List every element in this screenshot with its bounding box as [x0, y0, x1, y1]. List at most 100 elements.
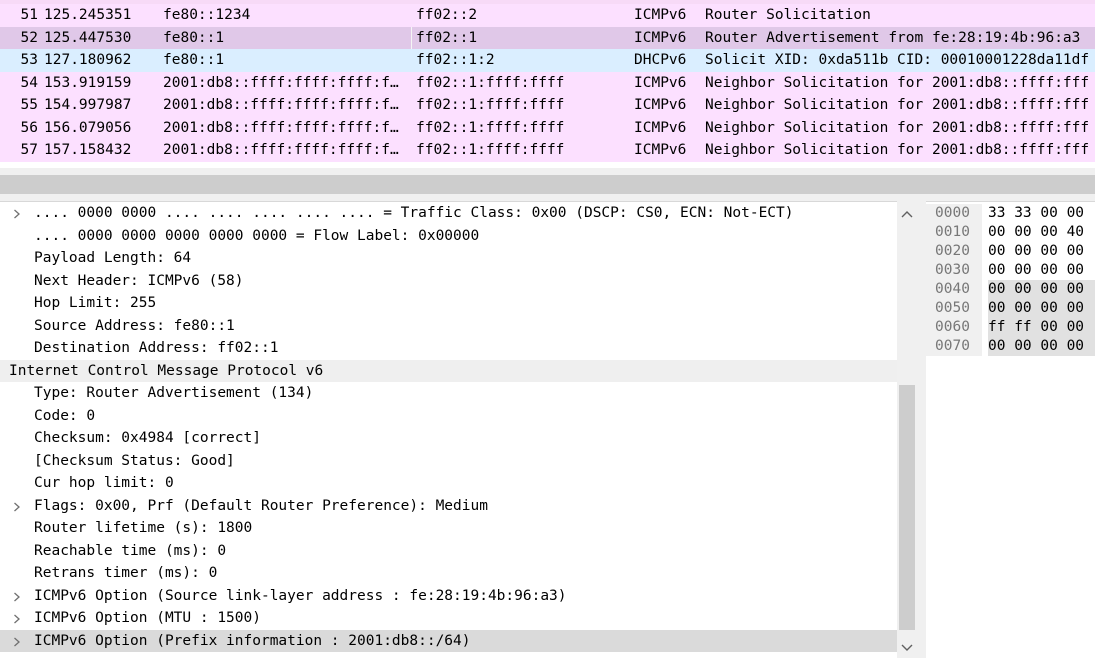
- detail-text: Checksum: 0x4984 [correct]: [34, 430, 261, 446]
- hex-bytes[interactable]: 00 00 00 00: [988, 242, 1084, 261]
- packet-protocol: ICMPv6: [634, 29, 687, 46]
- detail-row[interactable]: [Checksum Status: Good]: [0, 450, 897, 473]
- byte-offset: 0020: [935, 243, 970, 259]
- chevron-right-icon[interactable]: [11, 202, 25, 225]
- detail-text: ICMPv6 Option (Prefix information : 2001…: [34, 632, 471, 649]
- chevron-right-icon[interactable]: [11, 607, 25, 630]
- packet-protocol: ICMPv6: [634, 7, 687, 23]
- detail-row[interactable]: Type: Router Advertisement (134): [0, 382, 897, 405]
- packet-info: Neighbor Solicitation for 2001:db8::ffff…: [705, 119, 1090, 136]
- packet-info: Neighbor Solicitation for 2001:db8::ffff…: [705, 74, 1090, 91]
- detail-text: ICMPv6 Option (Source link-layer address…: [34, 587, 567, 604]
- hex-bytes[interactable]: ff ff 00 00: [988, 318, 1095, 337]
- packet-row[interactable]: 53 127.180962 fe80::1 ff02::1:2 DHCPv6 Solici…: [0, 49, 1095, 72]
- packet-rows: 51 125.245351 fe80::1234 ff02::2 ICMPv6 Route…: [0, 4, 1095, 162]
- packet-info: Solicit XID: 0xda511b CID: 00010001228da…: [705, 52, 1090, 68]
- detail-row[interactable]: Flags: 0x00, Prf (Default Router Prefere…: [0, 495, 897, 518]
- detail-row[interactable]: Checksum: 0x4984 [correct]: [0, 427, 897, 450]
- horizontal-scrollbar[interactable]: [0, 175, 1095, 194]
- detail-row[interactable]: .... 0000 0000 .... .... .... .... .... …: [0, 202, 897, 225]
- chevron-up-icon[interactable]: [901, 207, 913, 218]
- detail-row[interactable]: Cur hop limit: 0: [0, 472, 897, 495]
- detail-row[interactable]: ICMPv6 Option (MTU : 1500): [0, 607, 897, 630]
- detail-text: Reachable time (ms): 0: [34, 542, 227, 559]
- packet-destination: ff02::1:ffff:ffff: [416, 97, 565, 113]
- packet-source: 2001:db8::ffff:ffff:ffff:f…: [163, 74, 399, 91]
- packet-protocol: ICMPv6: [634, 74, 687, 91]
- detail-row[interactable]: Retrans timer (ms): 0: [0, 562, 897, 585]
- packet-number: 54: [20, 74, 38, 91]
- detail-text: ICMPv6 Option (MTU : 1500): [34, 610, 261, 626]
- hex-bytes[interactable]: 00 00 00 00: [988, 261, 1084, 280]
- detail-row[interactable]: Next Header: ICMPv6 (58): [0, 270, 897, 293]
- hex-bytes[interactable]: 00 00 00 00: [988, 280, 1095, 299]
- packet-source: 2001:db8::ffff:ffff:ffff:f…: [163, 119, 399, 136]
- packet-row[interactable]: 56 156.079056 2001:db8::ffff:ffff:ffff:f… f…: [0, 116, 1095, 139]
- chevron-right-icon[interactable]: [11, 495, 25, 518]
- detail-row[interactable]: Reachable time (ms): 0: [0, 540, 897, 563]
- bytes-row: 0050 00 00 00 00: [926, 299, 1095, 318]
- detail-row[interactable]: Hop Limit: 255: [0, 292, 897, 315]
- packet-row[interactable]: 52 125.447530 fe80::1 ff02::1 ICMPv6 Router A…: [0, 26, 1095, 49]
- details-vertical-scrollbar[interactable]: [897, 201, 917, 658]
- byte-rows: 0000 33 33 00 00 0010 00 00 00 40 0020 00 00 …: [926, 204, 1095, 356]
- pane-splitter[interactable]: [0, 168, 1095, 201]
- detail-row[interactable]: ICMPv6 Option (Prefix information : 2001…: [0, 629, 897, 653]
- packet-row[interactable]: 55 154.997987 2001:db8::ffff:ffff:ffff:f… f…: [0, 94, 1095, 117]
- detail-text: Code: 0: [34, 407, 96, 424]
- hex-bytes[interactable]: 33 33 00 00: [988, 204, 1084, 223]
- packet-destination: ff02::1: [416, 29, 478, 46]
- hex-bytes[interactable]: 00 00 00 00: [988, 337, 1095, 356]
- detail-text: .... 0000 0000 .... .... .... .... .... …: [34, 205, 794, 221]
- packet-info: Neighbor Solicitation for 2001:db8::ffff…: [705, 97, 1090, 113]
- protocol-header-row[interactable]: Internet Control Message Protocol v6: [0, 359, 897, 382]
- pane-divider[interactable]: [917, 201, 926, 658]
- detail-rows: .... 0000 0000 .... .... .... .... .... …: [0, 202, 897, 652]
- detail-row[interactable]: Payload Length: 64: [0, 247, 897, 270]
- detail-row[interactable]: Destination Address: ff02::1: [0, 337, 897, 360]
- packet-protocol: ICMPv6: [634, 119, 687, 136]
- detail-row[interactable]: ICMPv6 Option (Source link-layer address…: [0, 585, 897, 608]
- packet-row[interactable]: 54 153.919159 2001:db8::ffff:ffff:ffff:f… f…: [0, 71, 1095, 94]
- detail-row[interactable]: Code: 0: [0, 405, 897, 428]
- packet-source: fe80::1: [163, 52, 225, 68]
- detail-text: Flags: 0x00, Prf (Default Router Prefere…: [34, 497, 488, 514]
- bytes-row: 0060 ff ff 00 00: [926, 318, 1095, 337]
- detail-text: Internet Control Message Protocol v6: [9, 362, 324, 379]
- scrollbar-thumb[interactable]: [899, 385, 915, 630]
- packet-source: 2001:db8::ffff:ffff:ffff:f…: [163, 97, 399, 113]
- packet-row[interactable]: 51 125.245351 fe80::1234 ff02::2 ICMPv6 Route…: [0, 4, 1095, 27]
- detail-text: Cur hop limit: 0: [34, 475, 174, 491]
- packet-protocol: DHCPv6: [634, 52, 687, 68]
- byte-offset: 0060: [935, 319, 970, 335]
- packet-info: Router Advertisement from fe:28:19:4b:96…: [705, 29, 1081, 46]
- packet-destination: ff02::1:2: [416, 52, 495, 68]
- packet-row[interactable]: 57 157.158432 2001:db8::ffff:ffff:ffff:f… f…: [0, 139, 1095, 162]
- detail-text: Retrans timer (ms): 0: [34, 565, 218, 581]
- detail-row[interactable]: Source Address: fe80::1: [0, 315, 897, 338]
- chevron-right-icon[interactable]: [11, 630, 25, 653]
- packet-source: fe80::1: [163, 26, 412, 49]
- detail-text: Destination Address: ff02::1: [34, 340, 279, 356]
- packet-time: 157.158432: [44, 142, 132, 158]
- packet-time: 154.997987: [44, 97, 132, 113]
- detail-row[interactable]: .... 0000 0000 0000 0000 0000 = Flow Lab…: [0, 225, 897, 248]
- packet-info: Router Solicitation: [705, 7, 871, 23]
- packet-number: 56: [20, 119, 38, 136]
- packet-info: Neighbor Solicitation for 2001:db8::ffff…: [705, 142, 1090, 158]
- hex-bytes[interactable]: 00 00 00 40: [988, 223, 1084, 242]
- chevron-right-icon[interactable]: [11, 585, 25, 608]
- detail-text: Hop Limit: 255: [34, 295, 157, 311]
- byte-offset: 0040: [935, 281, 970, 297]
- packet-protocol: ICMPv6: [634, 97, 687, 113]
- packet-destination: ff02::2: [416, 7, 478, 23]
- hex-bytes[interactable]: 00 00 00 00: [988, 299, 1095, 318]
- packet-destination: ff02::1:ffff:ffff: [416, 119, 565, 136]
- bytes-row: 0070 00 00 00 00: [926, 337, 1095, 356]
- detail-text: Type: Router Advertisement (134): [34, 385, 314, 401]
- detail-row[interactable]: Router lifetime (s): 1800: [0, 517, 897, 540]
- packet-bytes-pane: 0000 33 33 00 00 0010 00 00 00 40 0020 00 00 …: [926, 201, 1095, 659]
- byte-offset: 0000: [935, 205, 970, 221]
- packet-number: 53: [20, 52, 38, 68]
- chevron-down-icon[interactable]: [901, 641, 913, 651]
